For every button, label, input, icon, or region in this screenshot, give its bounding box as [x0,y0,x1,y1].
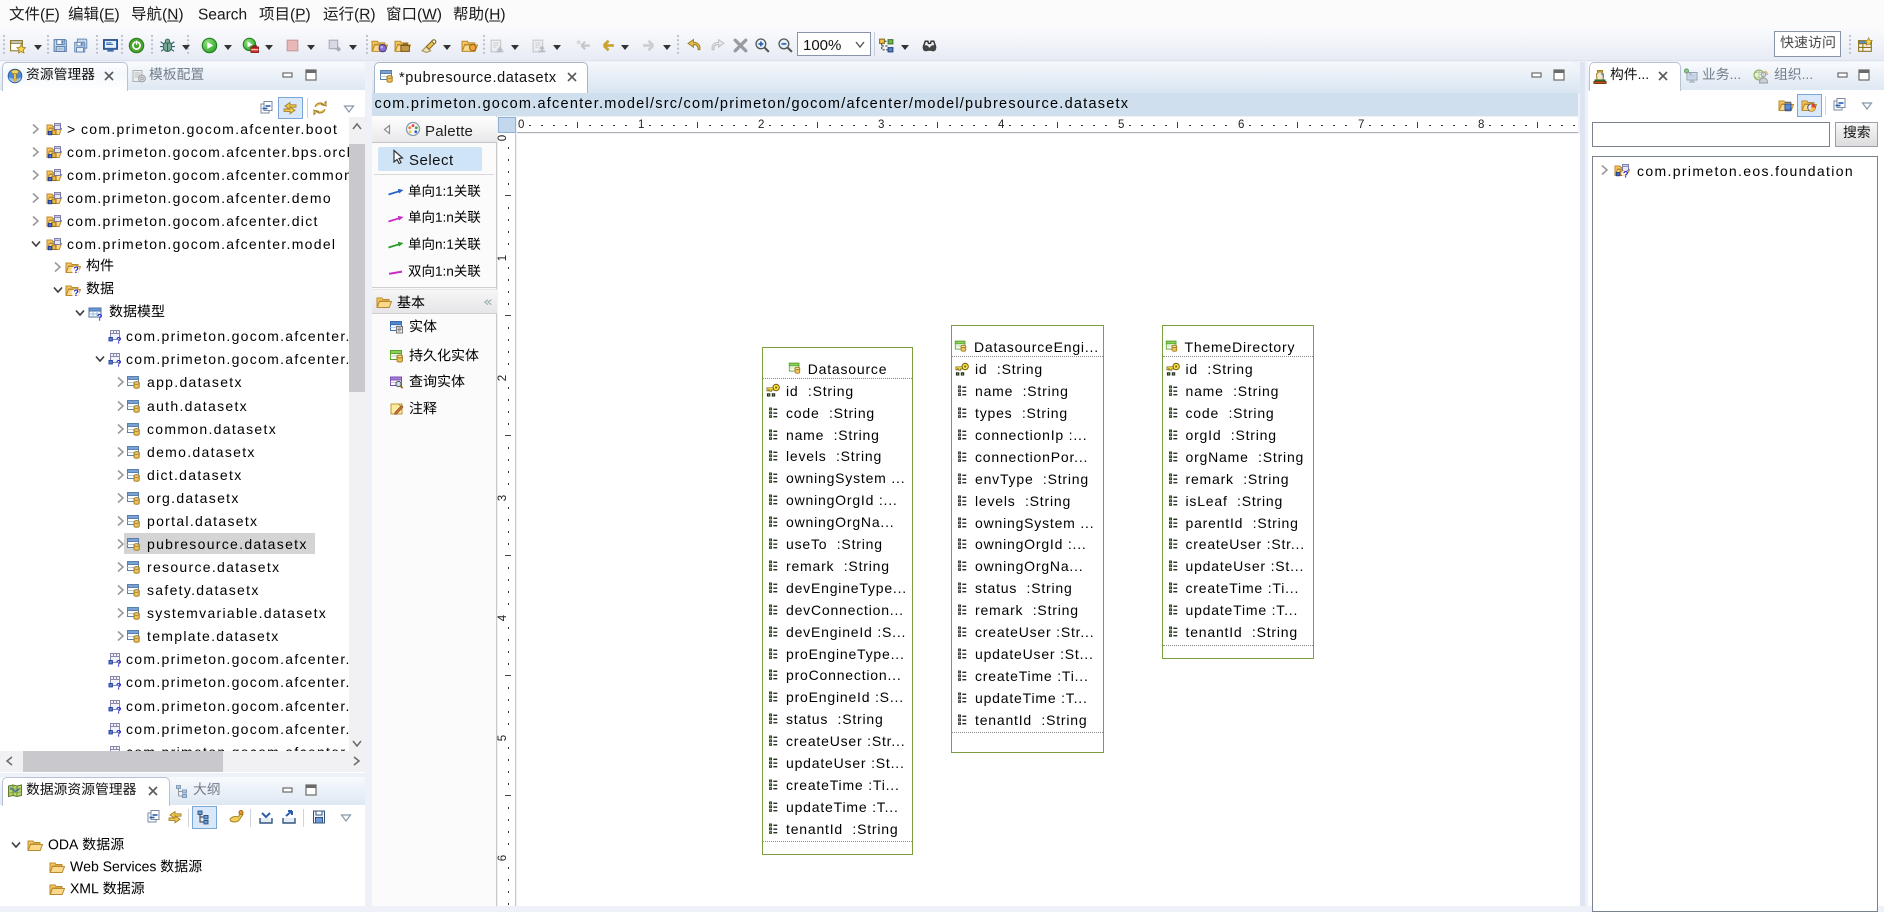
svg-text:?: ? [116,336,122,345]
svg-text:?: ? [1623,170,1629,178]
svg-text:?: ? [116,659,122,668]
svg-text:?: ? [116,705,122,714]
svg-text:?: ? [73,288,79,298]
svg-text:?: ? [97,313,103,322]
svg-text:?: ? [116,728,122,737]
svg-text:?: ? [73,265,79,275]
svg-text:?: ? [116,682,122,691]
svg-text:?: ? [116,359,122,368]
